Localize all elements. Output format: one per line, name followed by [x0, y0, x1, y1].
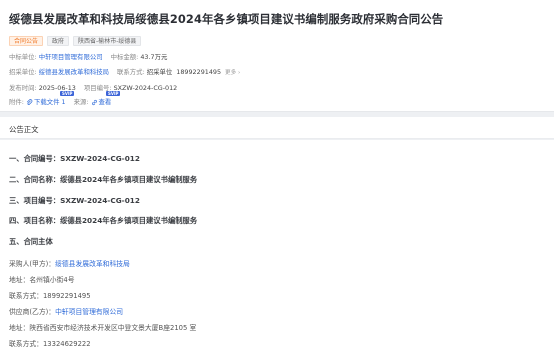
buyer-label: 招采单位: [9, 68, 37, 76]
link-icon [91, 99, 98, 106]
amount-value: 43.7万元 [140, 53, 168, 61]
winner-link[interactable]: 中轩项目管理有限公司 [39, 52, 103, 61]
tag-category: 政府 [47, 36, 70, 46]
tag-announcement-type: 合同公告 [9, 36, 44, 46]
contact-label: 联系方式: [117, 68, 145, 76]
paperclip-icon [26, 98, 33, 106]
amount-label: 中标金额: [110, 53, 139, 61]
project-no-value: SXZW-2024-CG-012 [113, 83, 178, 92]
svip-badge: SVIP [60, 91, 75, 96]
contract-number-heading: 一、合同编号：SXZW-2024-CG-012 [9, 154, 140, 163]
contract-name-heading: 二、合同名称：绥德县2024年各乡镇项目建议书编制服务 [9, 175, 198, 184]
buyer-link[interactable]: 绥德县发展改革和科技局 [39, 67, 109, 76]
buyer-party-label: 采购人(甲方)： [9, 260, 56, 268]
tag-list: 合同公告 政府 陕西省-榆林市-绥德县 [9, 36, 142, 46]
winner-row: 中标单位: 中轩项目管理有限公司 中标金额: 43.7万元 [9, 52, 167, 61]
project-number-heading: 三、项目编号：SXZW-2024-CG-012 [9, 196, 140, 205]
section-title: 公告正文 [9, 125, 39, 134]
supplier-line: 供应商(乙方)：中轩项目管理有限公司 [9, 306, 123, 316]
publish-label: 发布时间: [9, 84, 37, 92]
view-source-link[interactable]: 查看 [99, 97, 112, 106]
contract-parties-heading: 五、合同主体 [9, 237, 53, 246]
project-name-heading: 四、项目名称：绥德县2024年各乡镇项目建议书编制服务 [9, 216, 198, 225]
announcement-header-card: 绥德县发展改革和科技局绥德县2024年各乡镇项目建议书编制服务政府采购合同公告 … [0, 0, 554, 112]
buyer-line: 采购人(甲方)：绥德县发展改革和科技局 [9, 258, 130, 268]
publish-row: 发布时间: 2025-06-13 项目编号: SXZW-2024-CG-012 [9, 83, 178, 93]
buyer-party-link[interactable]: 绥德县发展改革和科技局 [55, 260, 130, 268]
supplier-phone: 联系方式：13324629222 [9, 340, 91, 348]
more-contacts-link[interactable]: 更多 › [225, 68, 240, 76]
tag-region: 陕西省-榆林市-绥德县 [73, 36, 142, 46]
contact-name: 招采单位 [146, 68, 173, 76]
download-file-link[interactable]: 下载文件 1 [34, 97, 66, 106]
supplier-party-label: 供应商(乙方)： [9, 308, 56, 316]
buyer-row: 招采单位: 绥德县发展改革和科技局 联系方式: 招采单位 18992291495… [9, 67, 240, 77]
svip-badge: SVIP [106, 91, 121, 96]
buyer-phone: 联系方式：18992291495 [9, 292, 91, 300]
attachment-row: 附件: 下载文件 1 来源: 查看 [9, 97, 111, 106]
page-title: 绥德县发展改革和科技局绥德县2024年各乡镇项目建议书编制服务政府采购合同公告 [9, 12, 444, 26]
supplier-address: 地址：陕西省西安市经济技术开发区中登文景大厦B座2105 室 [9, 324, 197, 332]
winner-label: 中标单位: [9, 53, 37, 61]
announcement-body: 一、合同编号：SXZW-2024-CG-012 二、合同名称：绥德县2024年各… [0, 140, 554, 358]
buyer-address: 地址：名州镇小街4号 [9, 276, 75, 284]
attachment-label: 附件: [9, 98, 24, 106]
source-label: 来源: [73, 98, 89, 106]
contact-phone: 18992291495 [176, 67, 222, 76]
section-header: 公告正文 [0, 117, 554, 139]
supplier-party-link[interactable]: 中轩项目管理有限公司 [55, 308, 123, 316]
